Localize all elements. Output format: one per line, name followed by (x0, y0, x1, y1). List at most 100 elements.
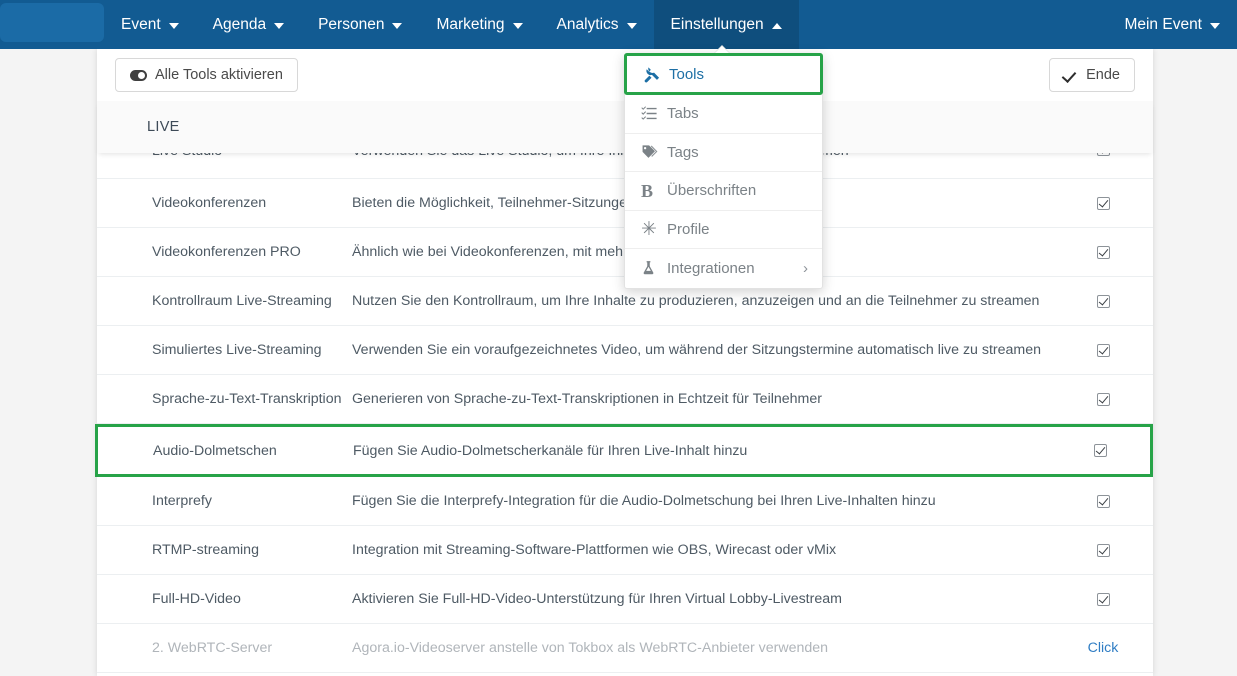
menu-item-label: Überschriften (667, 182, 757, 200)
nav-item-label: Mein Event (1124, 15, 1202, 33)
end-button-label: Ende (1086, 67, 1120, 83)
tool-enabled-checkbox[interactable] (1096, 153, 1110, 156)
nav-item-mein-event[interactable]: Mein Event (1107, 0, 1237, 49)
tool-name: RTMP-streaming (152, 542, 259, 558)
tool-description: Aktivieren Sie Full-HD-Video-Unterstützu… (352, 591, 842, 607)
tool-description: Generieren von Sprache-zu-Text-Transkrip… (352, 391, 822, 407)
navbar-spacer (799, 0, 1108, 49)
tool-name: Sprache-zu-Text-Transkription (152, 391, 342, 407)
tool-description: Fügen Sie Audio-Dolmetscherkanäle für Ih… (353, 442, 748, 459)
tool-enabled-checkbox[interactable] (1096, 494, 1110, 508)
list-checks-icon (641, 105, 667, 122)
tool-action-cell (1053, 245, 1153, 259)
tool-action-cell (1053, 153, 1153, 156)
nav-item-label: Analytics (556, 15, 619, 33)
section-header-label: LIVE (147, 119, 180, 135)
tool-description: Verwenden Sie ein voraufgezeichnetes Vid… (352, 342, 1042, 358)
menu-item-tabs[interactable]: Tabs (625, 95, 822, 134)
tool-description: Nutzen Sie den Kontrollraum, um Ihre Inh… (352, 293, 1040, 309)
tool-action-cell (1050, 444, 1150, 457)
table-row[interactable]: 2. WebRTC-Server Agora.io-Videoserver ans… (97, 624, 1153, 673)
tool-action-cell (1053, 343, 1153, 357)
tool-name: Videokonferenzen (152, 195, 267, 211)
chevron-down-icon (512, 22, 523, 29)
chevron-down-icon (274, 22, 285, 29)
tool-enabled-checkbox[interactable] (1096, 343, 1110, 357)
menu-item-label: Tabs (667, 105, 699, 123)
asterisk-icon: ✳ (641, 218, 657, 240)
nav-item-einstellungen[interactable]: Einstellungen (653, 0, 799, 49)
tool-action-cell (1053, 392, 1153, 406)
tool-enabled-checkbox[interactable] (1096, 543, 1110, 557)
nav-item-analytics[interactable]: Analytics (540, 0, 654, 49)
tool-action-cell (1053, 543, 1153, 557)
nav-item-label: Marketing (436, 15, 505, 33)
tool-description: Fügen Sie die Interprefy-Integration für… (352, 493, 936, 509)
menu-item-tags[interactable]: Tags (625, 134, 822, 172)
einstellungen-dropdown-menu: Tools Tabs Tags B Überschriften ✳ Profile Integ… (624, 53, 823, 289)
nav-item-marketing[interactable]: Marketing (419, 0, 539, 49)
tool-action-cell (1053, 294, 1153, 308)
tool-enabled-checkbox[interactable] (1096, 196, 1110, 210)
main-navbar: Event Agenda Personen Marketing Analytics Ein… (0, 0, 1237, 49)
tool-description: Integration mit Streaming-Software-Platt… (352, 542, 837, 558)
tool-name: Audio-Dolmetschen (153, 442, 277, 459)
tags-icon (641, 144, 667, 161)
nav-item-label: Event (121, 15, 161, 33)
table-row[interactable]: Interprefy Fügen Sie die Interprefy-Integ… (97, 477, 1153, 526)
tool-name: Live Studio (99, 153, 352, 159)
table-row[interactable]: Simuliertes Live-Streaming Verwenden Sie … (97, 326, 1153, 375)
enable-all-tools-button[interactable]: Alle Tools aktivieren (115, 58, 298, 92)
menu-item-label: Integrationen (667, 259, 755, 277)
menu-item-label: Tools (669, 65, 705, 83)
tool-name: Kontrollraum Live-Streaming (152, 293, 332, 309)
tool-name: Simuliertes Live-Streaming (152, 342, 322, 358)
chevron-up-icon (771, 22, 782, 29)
tool-enabled-checkbox[interactable] (1096, 592, 1110, 606)
menu-item-überschriften[interactable]: B Überschriften (625, 172, 822, 211)
nav-item-agenda[interactable]: Agenda (196, 0, 301, 49)
navbar-menu: Event Agenda Personen Marketing Analytics Ein… (104, 0, 799, 49)
nav-item-event[interactable]: Event (104, 0, 196, 49)
nav-item-label: Einstellungen (670, 15, 764, 33)
tool-enabled-checkbox[interactable] (1096, 294, 1110, 308)
navbar-right-menu: Mein Event (1107, 0, 1237, 49)
tool-action-cell (1053, 196, 1153, 210)
table-row[interactable]: Full-HD-Video Aktivieren Sie Full-HD-Vide… (97, 575, 1153, 624)
tool-action-cell (1053, 592, 1153, 606)
toggle-icon (130, 69, 147, 81)
table-row[interactable]: Sprache-zu-Text-Transkription Generieren … (97, 375, 1153, 424)
nav-item-personen[interactable]: Personen (301, 0, 419, 49)
tool-click-link[interactable]: Click (1088, 640, 1119, 656)
chevron-down-icon (1210, 22, 1220, 29)
tool-enabled-checkbox[interactable] (1096, 245, 1110, 259)
tool-enabled-checkbox[interactable] (1096, 392, 1110, 406)
wrench-icon (643, 66, 669, 83)
bold-b-icon: B (641, 180, 654, 201)
menu-item-profile[interactable]: ✳ Profile (625, 211, 822, 249)
table-row[interactable]: RTMP-streaming Integration mit Streaming-… (97, 526, 1153, 575)
menu-item-label: Profile (667, 220, 710, 238)
event-logo-placeholder[interactable] (0, 3, 104, 42)
nav-item-label: Agenda (212, 15, 267, 33)
enable-all-tools-label: Alle Tools aktivieren (155, 67, 283, 83)
chevron-down-icon (626, 22, 637, 29)
nav-item-label: Personen (318, 15, 385, 33)
tool-description: Agora.io-Videoserver anstelle von Tokbox… (352, 640, 829, 656)
table-row[interactable]: Audio-Dolmetschen Fügen Sie Audio-Dolmets… (95, 424, 1153, 477)
tool-action-cell: Click (1053, 640, 1153, 656)
check-icon (1064, 70, 1078, 81)
tool-name: 2. WebRTC-Server (152, 640, 273, 656)
menu-item-tools[interactable]: Tools (624, 53, 823, 95)
end-button[interactable]: Ende (1049, 58, 1135, 92)
chevron-down-icon (392, 22, 403, 29)
flask-icon (641, 259, 667, 277)
tool-name: Full-HD-Video (152, 591, 241, 607)
tool-enabled-checkbox[interactable] (1093, 444, 1107, 457)
tool-name: Videokonferenzen PRO (152, 244, 301, 260)
menu-item-label: Tags (667, 143, 699, 161)
menu-item-integrationen[interactable]: Integrationen › (625, 249, 822, 288)
tool-name: Interprefy (152, 493, 212, 509)
chevron-down-icon (168, 22, 179, 29)
chevron-right-icon: › (803, 259, 808, 277)
